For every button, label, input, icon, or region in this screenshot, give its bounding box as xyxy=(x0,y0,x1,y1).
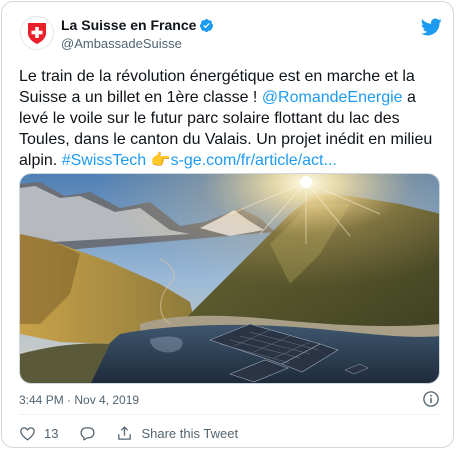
swiss-flag-icon xyxy=(28,23,46,44)
info-icon[interactable] xyxy=(422,390,440,408)
speech-bubble-icon xyxy=(80,427,95,441)
twitter-bird-icon[interactable] xyxy=(420,16,442,38)
article-link[interactable]: s-ge.com/fr/article/act... xyxy=(171,152,337,169)
share-icon xyxy=(118,426,132,440)
tweet-text: Le train de la révolution énergétique es… xyxy=(19,66,439,171)
mention-link[interactable]: @RomandeEnergie xyxy=(262,89,403,106)
author-name-row[interactable]: La Suisse en France xyxy=(61,17,214,33)
tweet-photo[interactable] xyxy=(19,173,440,384)
avatar[interactable] xyxy=(20,16,54,50)
alpine-lake-photo xyxy=(20,174,439,383)
pointing-hand-emoji: 👉 xyxy=(146,152,171,169)
display-name[interactable]: La Suisse en France xyxy=(61,17,196,33)
tweet-timestamp[interactable]: 3:44 PM · Nov 4, 2019 xyxy=(19,393,139,407)
heart-icon xyxy=(20,427,35,441)
like-button[interactable]: 13 xyxy=(19,425,58,442)
verified-badge-icon xyxy=(200,18,214,32)
action-bar: 13 Share this Tweet xyxy=(19,425,238,442)
share-button[interactable]: Share this Tweet xyxy=(116,425,238,442)
reply-button[interactable] xyxy=(79,425,96,442)
divider xyxy=(19,414,440,415)
author-handle[interactable]: @AmbassadeSuisse xyxy=(61,36,182,51)
share-label: Share this Tweet xyxy=(141,426,239,441)
like-count: 13 xyxy=(44,426,59,441)
hashtag-link[interactable]: #SwissTech xyxy=(62,152,146,169)
tweet-card: La Suisse en France @AmbassadeSuisse Le … xyxy=(1,1,454,448)
